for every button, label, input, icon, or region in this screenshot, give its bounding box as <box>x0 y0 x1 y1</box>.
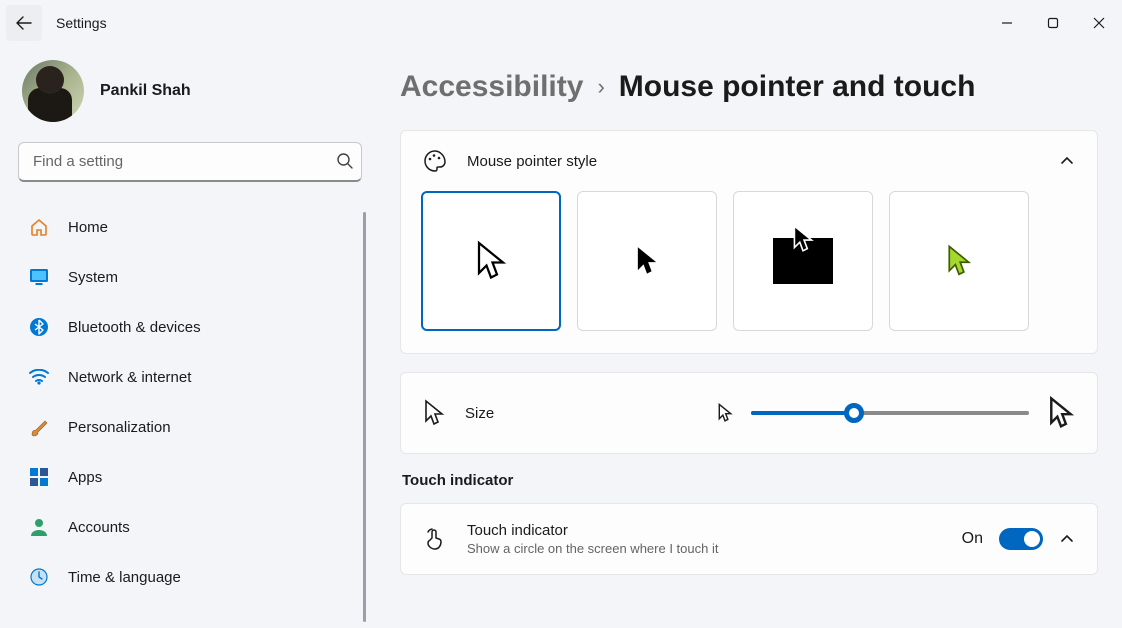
home-icon <box>28 216 50 238</box>
search-wrap <box>18 142 368 182</box>
bluetooth-icon <box>28 316 50 338</box>
cursor-white-icon <box>474 240 508 282</box>
breadcrumb-current: Mouse pointer and touch <box>619 70 976 104</box>
profile-block[interactable]: Pankil Shah <box>18 60 368 122</box>
cursor-min-icon <box>717 403 733 423</box>
sidebar-item-bluetooth[interactable]: Bluetooth & devices <box>18 306 368 348</box>
chevron-up-icon <box>1059 153 1075 169</box>
sidebar-item-network[interactable]: Network & internet <box>18 356 368 398</box>
cursor-custom-icon <box>945 244 973 278</box>
touch-section-title: Touch indicator <box>402 472 1098 489</box>
sidebar: Pankil Shah Home System Bluetooth & devi… <box>0 46 380 628</box>
cursor-black-icon <box>634 245 660 277</box>
sidebar-item-label: System <box>68 269 118 286</box>
app-title: Settings <box>56 15 107 31</box>
pointer-style-card: Mouse pointer style <box>400 130 1098 354</box>
touch-toggle[interactable] <box>999 528 1043 550</box>
chevron-up-icon[interactable] <box>1059 531 1075 547</box>
search-icon <box>336 152 354 170</box>
cursor-max-icon <box>1047 396 1075 430</box>
touch-right-controls: On <box>962 528 1075 550</box>
person-icon <box>28 516 50 538</box>
maximize-button[interactable] <box>1030 0 1076 46</box>
minimize-button[interactable] <box>984 0 1030 46</box>
sidebar-item-system[interactable]: System <box>18 256 368 298</box>
sidebar-item-apps[interactable]: Apps <box>18 456 368 498</box>
sidebar-item-label: Home <box>68 219 108 236</box>
pointer-style-header[interactable]: Mouse pointer style <box>401 131 1097 191</box>
close-icon <box>1093 17 1105 29</box>
wifi-icon <box>28 366 50 388</box>
sidebar-item-label: Apps <box>68 469 102 486</box>
palette-icon <box>423 149 447 173</box>
size-slider-group <box>717 396 1075 430</box>
brush-icon <box>28 416 50 438</box>
touch-indicator-card[interactable]: Touch indicator Show a circle on the scr… <box>400 503 1098 575</box>
sidebar-item-label: Network & internet <box>68 369 191 386</box>
nav-list: Home System Bluetooth & devices Network … <box>18 206 368 628</box>
pointer-style-black[interactable] <box>577 191 717 331</box>
pointer-style-inverted[interactable] <box>733 191 873 331</box>
toggle-state-label: On <box>962 530 983 548</box>
back-button[interactable] <box>6 5 42 41</box>
pointer-style-options <box>401 191 1097 353</box>
cursor-small-icon <box>423 399 445 427</box>
profile-name: Pankil Shah <box>100 82 191 100</box>
cursor-inverted-icon <box>791 224 815 254</box>
slider-fill <box>751 411 854 415</box>
slider-thumb[interactable] <box>844 403 864 423</box>
touch-text: Touch indicator Show a circle on the scr… <box>467 522 718 556</box>
size-slider[interactable] <box>751 411 1029 415</box>
touch-row-description: Show a circle on the screen where I touc… <box>467 541 718 556</box>
close-button[interactable] <box>1076 0 1122 46</box>
size-label: Size <box>465 405 494 422</box>
maximize-icon <box>1047 17 1059 29</box>
window-controls <box>984 0 1122 46</box>
sidebar-item-time-language[interactable]: Time & language <box>18 556 368 598</box>
chevron-right-icon: › <box>597 74 604 100</box>
pointer-style-label: Mouse pointer style <box>467 153 1039 170</box>
sidebar-item-label: Bluetooth & devices <box>68 319 201 336</box>
sidebar-item-accounts[interactable]: Accounts <box>18 506 368 548</box>
breadcrumb: Accessibility › Mouse pointer and touch <box>400 70 1098 104</box>
pointer-style-white[interactable] <box>421 191 561 331</box>
arrow-left-icon <box>16 15 32 31</box>
pointer-style-custom[interactable] <box>889 191 1029 331</box>
sidebar-item-label: Personalization <box>68 419 171 436</box>
clock-globe-icon <box>28 566 50 588</box>
pointer-size-card: Size <box>400 372 1098 454</box>
touch-row-title: Touch indicator <box>467 522 718 539</box>
minimize-icon <box>1001 17 1013 29</box>
sidebar-item-label: Time & language <box>68 569 181 586</box>
avatar <box>22 60 84 122</box>
apps-icon <box>28 466 50 488</box>
sidebar-item-home[interactable]: Home <box>18 206 368 248</box>
sidebar-scrollbar[interactable] <box>363 212 366 622</box>
title-bar: Settings <box>0 0 1122 46</box>
touch-icon <box>423 527 447 551</box>
sidebar-item-personalization[interactable]: Personalization <box>18 406 368 448</box>
breadcrumb-parent[interactable]: Accessibility <box>400 70 583 104</box>
system-icon <box>28 266 50 288</box>
inverted-preview <box>773 238 833 284</box>
main-content: Accessibility › Mouse pointer and touch … <box>380 46 1122 628</box>
search-input[interactable] <box>18 142 362 182</box>
sidebar-item-label: Accounts <box>68 519 130 536</box>
